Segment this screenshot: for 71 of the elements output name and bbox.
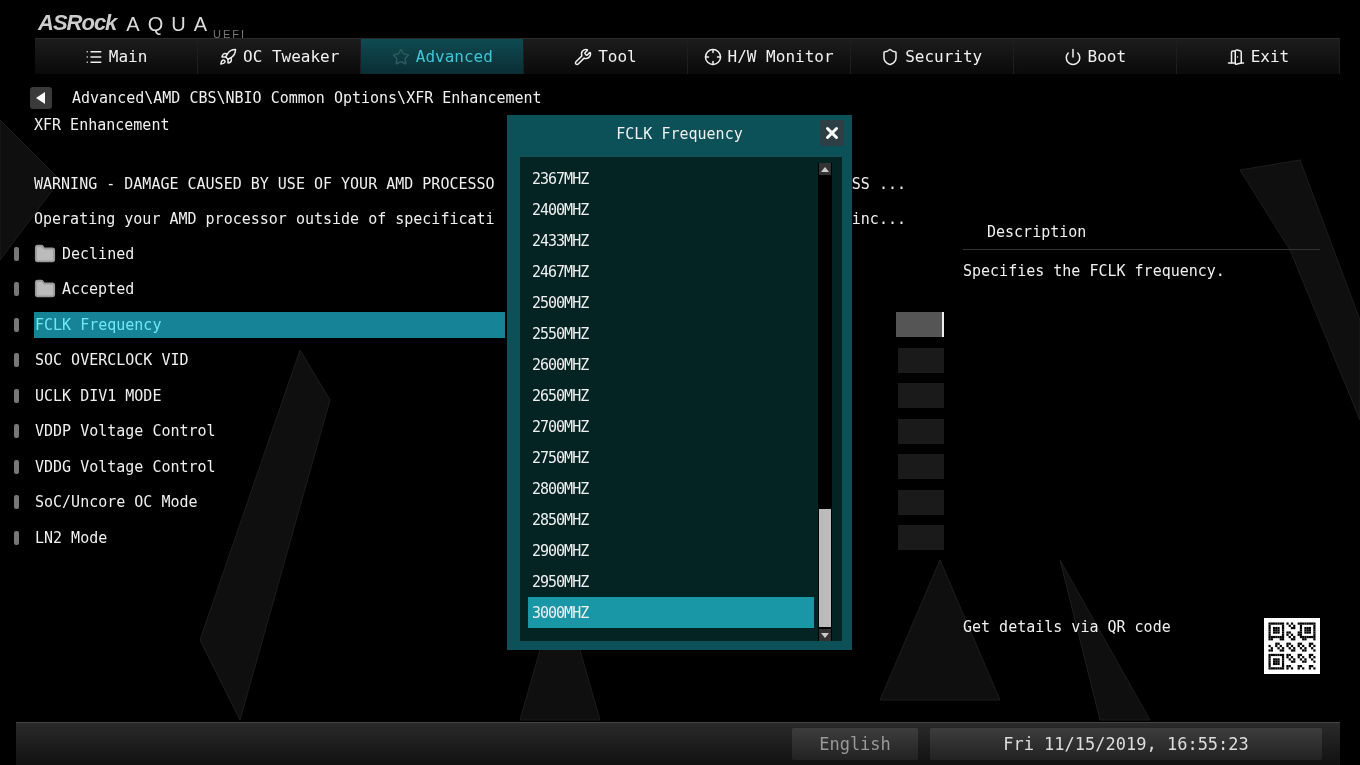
setting-item[interactable]: UCLK DIV1 MODE (34, 382, 505, 409)
submenu-item[interactable]: Declined (62, 244, 135, 263)
frequency-option[interactable]: 2400MHZ (528, 194, 814, 225)
setting-item[interactable]: SoC/Uncore OC Mode (34, 489, 505, 516)
language-button[interactable]: English (792, 728, 918, 760)
frequency-option[interactable]: 2700MHZ (528, 411, 814, 442)
setting-item[interactable]: VDDP Voltage Control (34, 418, 505, 445)
back-arrow-icon (36, 92, 46, 104)
warning-text: WARNING - DAMAGE CAUSED BY USE OF YOUR AMD PROCESSO (34, 174, 495, 193)
frequency-option[interactable]: 2467MHZ (528, 256, 814, 287)
frequency-option[interactable]: 2750MHZ (528, 442, 814, 473)
setting-value-box[interactable] (896, 312, 944, 338)
warning-text: SS ... (851, 174, 906, 193)
back-button[interactable] (30, 87, 52, 109)
menu-tab[interactable]: Main (35, 39, 199, 74)
bullet-icon (14, 530, 19, 545)
menu-tab[interactable]: Advanced (361, 39, 525, 74)
tab-icon (1226, 47, 1245, 66)
tab-icon (703, 47, 722, 66)
frequency-option[interactable]: 2850MHZ (528, 504, 814, 535)
menu-tab[interactable]: Security (850, 39, 1014, 74)
setting-item[interactable]: LN2 Mode (34, 524, 505, 551)
scroll-thumb[interactable] (819, 509, 831, 627)
tab-icon (1063, 47, 1082, 66)
warning-text: Operating your AMD processor outside of specificati (34, 209, 495, 228)
frequency-option[interactable]: 2367MHZ (528, 163, 814, 194)
bullet-icon (14, 495, 19, 510)
bullet-icon (14, 353, 19, 368)
menu-tab[interactable]: Boot (1013, 39, 1177, 74)
frequency-option[interactable]: 2433MHZ (528, 225, 814, 256)
page-title: XFR Enhancement (34, 116, 170, 134)
setting-item[interactable]: VDDG Voltage Control (34, 453, 505, 480)
edition-label: UEFI (213, 28, 247, 40)
dialog-title: FCLK Frequency (616, 125, 743, 143)
bullet-icon (14, 388, 19, 403)
bullet-icon (14, 282, 19, 297)
frequency-option[interactable]: 2650MHZ (528, 380, 814, 411)
brand-logo: ASRock (38, 10, 117, 36)
menu-tab[interactable]: H/W Monitor (687, 39, 851, 74)
frequency-option[interactable]: 2900MHZ (528, 535, 814, 566)
product-logo: AQUA (126, 13, 216, 35)
tab-icon (881, 47, 900, 66)
bullet-icon (14, 424, 19, 439)
close-icon (823, 124, 841, 142)
frequency-option[interactable]: 2950MHZ (528, 566, 814, 597)
frequency-option[interactable]: 2500MHZ (528, 287, 814, 318)
tab-icon (574, 47, 593, 66)
menu-tab[interactable]: Exit (1176, 39, 1340, 74)
scrollbar[interactable] (818, 163, 832, 641)
close-button[interactable] (820, 120, 844, 146)
bullet-icon (14, 317, 19, 332)
description-heading: Description (987, 223, 1087, 241)
down-arrow-icon (821, 632, 829, 638)
frequency-option[interactable]: 2550MHZ (528, 318, 814, 349)
frequency-option[interactable]: 2800MHZ (528, 473, 814, 504)
breadcrumb: Advanced\AMD CBS\NBIO Common Options\XFR Enhancement (72, 89, 542, 107)
tab-icon (219, 47, 237, 66)
qr-caption: Get details via QR code (963, 618, 1171, 636)
qr-code-icon (1264, 618, 1320, 674)
frequency-option[interactable]: 2600MHZ (528, 349, 814, 380)
up-arrow-icon (821, 166, 829, 172)
folder-icon (34, 242, 56, 265)
date-time: Fri 11/15/2019, 16:55:23 (930, 728, 1322, 760)
menu-tab[interactable]: Tool (524, 39, 688, 74)
tab-icon (391, 47, 410, 66)
warning-text: inc... (851, 209, 906, 228)
submenu-item[interactable]: Accepted (62, 280, 135, 299)
setting-item[interactable]: SOC OVERCLOCK VID (34, 347, 505, 374)
bullet-icon (14, 246, 19, 261)
description-text: Specifies the FCLK frequency. (963, 262, 1226, 280)
bullet-icon (14, 459, 19, 474)
